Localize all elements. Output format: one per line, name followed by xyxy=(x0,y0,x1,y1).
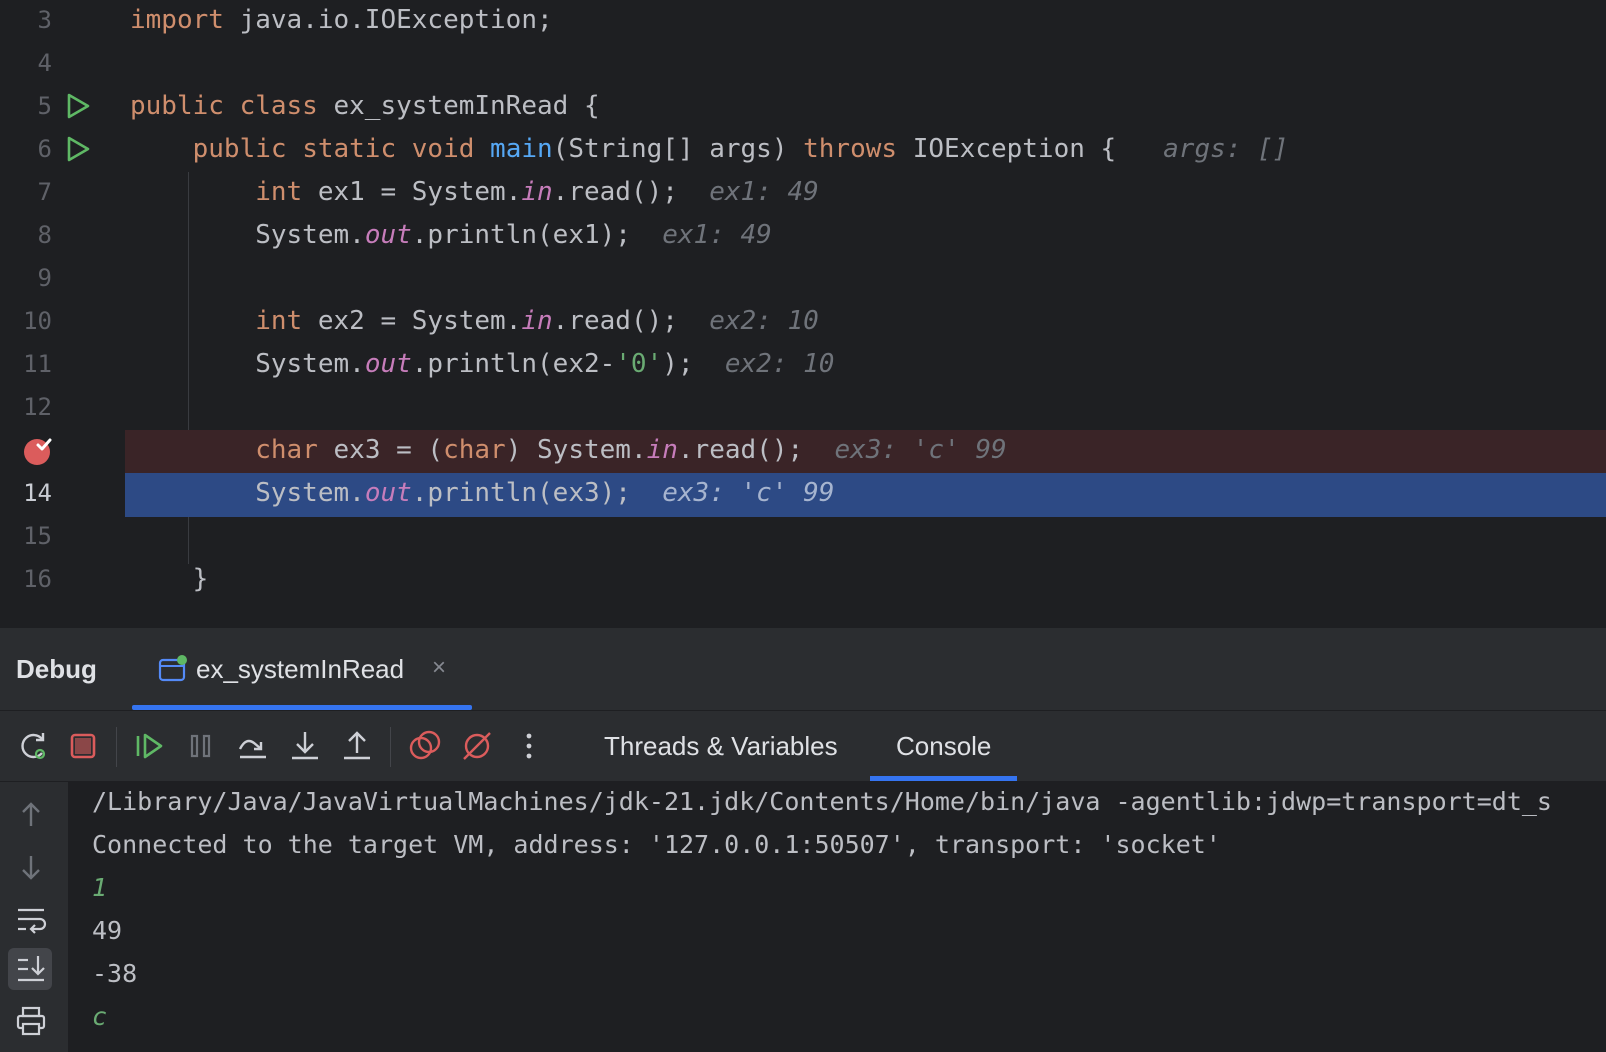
line-number: 15 xyxy=(23,522,52,550)
console-line: 49 xyxy=(92,916,123,945)
code-line-13-breakpoint[interactable]: char ex3 = (char) System.in.read(); ex3:… xyxy=(0,430,1606,474)
debug-title: Debug xyxy=(16,654,97,684)
more-icon[interactable] xyxy=(512,729,546,763)
rerun-icon[interactable] xyxy=(16,729,50,763)
close-icon[interactable]: × xyxy=(432,654,446,682)
soft-wrap-icon[interactable] xyxy=(14,902,48,936)
down-arrow-icon[interactable] xyxy=(14,850,48,884)
code-text: } xyxy=(130,564,209,594)
run-class-icon[interactable] xyxy=(63,91,93,121)
line-number: 5 xyxy=(37,92,52,120)
console-output[interactable]: /Library/Java/JavaVirtualMachines/jdk-21… xyxy=(68,782,1606,1052)
scroll-to-end-icon[interactable] xyxy=(14,952,48,986)
code-text: System.out.println(ex2-'0'); ex2: 10 xyxy=(130,349,835,379)
code-line-10[interactable]: 10 int ex2 = System.in.read(); ex2: 10 xyxy=(0,301,1606,345)
keyword: import xyxy=(130,5,224,35)
code-line-12[interactable]: 12 xyxy=(0,387,1606,431)
code-text: System.out.println(ex3); ex3: 'c' 99 xyxy=(130,478,835,508)
debug-session-tab[interactable]: ex_systemInRead × xyxy=(132,628,472,710)
line-number: 11 xyxy=(23,350,52,378)
code-text: char ex3 = (char) System.in.read(); ex3:… xyxy=(255,435,1007,465)
line-number: 12 xyxy=(23,393,52,421)
inline-debug-value: args: [] xyxy=(1163,134,1289,164)
line-number: 14 xyxy=(23,479,52,507)
step-out-icon[interactable] xyxy=(340,729,374,763)
code-editor[interactable]: 3 import java.io.IOException; 4 5 public… xyxy=(0,0,1606,628)
code-line-8[interactable]: 8 System.out.println(ex1); ex1: 49 xyxy=(0,215,1606,259)
inline-debug-value: ex2: 10 xyxy=(724,349,835,379)
mute-breakpoints-icon[interactable] xyxy=(460,729,494,763)
tab-console[interactable]: Console xyxy=(870,711,1018,781)
code-line-11[interactable]: 11 System.out.println(ex2-'0'); ex2: 10 xyxy=(0,344,1606,388)
console-user-input: c xyxy=(92,1002,108,1031)
console-line: /Library/Java/JavaVirtualMachines/jdk-21… xyxy=(92,787,1552,816)
inline-debug-value: ex1: 49 xyxy=(709,177,819,207)
code-line-5[interactable]: 5 public class ex_systemInRead { xyxy=(0,86,1606,130)
tab-console-label: Console xyxy=(896,731,992,761)
active-tab-indicator xyxy=(132,705,472,710)
resume-icon[interactable] xyxy=(132,729,166,763)
code-line-9[interactable]: 9 xyxy=(0,258,1606,302)
line-number: 16 xyxy=(23,565,52,593)
pause-icon[interactable] xyxy=(184,729,218,763)
inline-debug-value: ex1: 49 xyxy=(662,220,772,250)
console-line: Connected to the target VM, address: '12… xyxy=(92,830,1221,859)
step-into-icon[interactable] xyxy=(288,729,322,763)
inline-debug-value: ex2: 10 xyxy=(709,306,819,336)
print-icon[interactable] xyxy=(14,1004,48,1038)
code-line-3[interactable]: 3 import java.io.IOException; xyxy=(0,0,1606,44)
toolbar-separator xyxy=(390,727,391,767)
code-text: int ex2 = System.in.read(); ex2: 10 xyxy=(255,306,819,336)
code-text: public class ex_systemInRead { xyxy=(130,91,600,121)
view-breakpoints-icon[interactable] xyxy=(408,729,442,763)
inline-debug-value: ex3: 'c' 99 xyxy=(834,435,1007,465)
console-line: -38 xyxy=(92,959,138,988)
run-main-icon[interactable] xyxy=(63,134,93,164)
console-user-input: 1 xyxy=(92,873,108,902)
stop-icon[interactable] xyxy=(66,729,100,763)
code-line-16[interactable]: 16 } xyxy=(0,559,1606,603)
line-number: 7 xyxy=(37,178,52,206)
step-over-icon[interactable] xyxy=(236,729,270,763)
code-line-7[interactable]: 7 int ex1 = System.in.read(); ex1: 49 xyxy=(0,172,1606,216)
code-text: System.out.println(ex1); ex1: 49 xyxy=(130,220,772,250)
toolbar-separator xyxy=(116,727,117,767)
debug-tool-window-header: Debug ex_systemInRead × xyxy=(0,628,1606,711)
code-line-4[interactable]: 4 xyxy=(0,43,1606,87)
breakpoint-icon[interactable] xyxy=(23,436,53,466)
up-arrow-icon[interactable] xyxy=(14,798,48,832)
code-text: import java.io.IOException; xyxy=(130,5,553,35)
app-window-icon xyxy=(158,655,187,682)
line-number: 3 xyxy=(37,6,52,34)
line-number: 6 xyxy=(37,135,52,163)
line-number: 10 xyxy=(23,307,52,335)
inline-debug-value: ex3: 'c' 99 xyxy=(662,478,835,508)
tab-threads-variables[interactable]: Threads & Variables xyxy=(604,711,838,781)
code-line-6[interactable]: 6 public static void main(String[] args)… xyxy=(0,129,1606,173)
code-line-15[interactable]: 15 xyxy=(0,516,1606,560)
line-number: 9 xyxy=(37,264,52,292)
debug-toolbar: Threads & Variables Console xyxy=(0,711,1606,782)
session-tab-label: ex_systemInRead xyxy=(196,654,405,684)
line-number: 4 xyxy=(37,49,52,77)
line-number: 8 xyxy=(37,221,52,249)
console-sidebar xyxy=(0,782,68,1052)
active-tab-indicator xyxy=(870,776,1018,781)
code-text: public static void main(String[] args) t… xyxy=(192,134,1289,164)
code-line-14-current-execution[interactable]: 14 System.out.println(ex3); ex3: 'c' 99 xyxy=(0,473,1606,517)
code-text: int ex1 = System.in.read(); ex1: 49 xyxy=(255,177,819,207)
